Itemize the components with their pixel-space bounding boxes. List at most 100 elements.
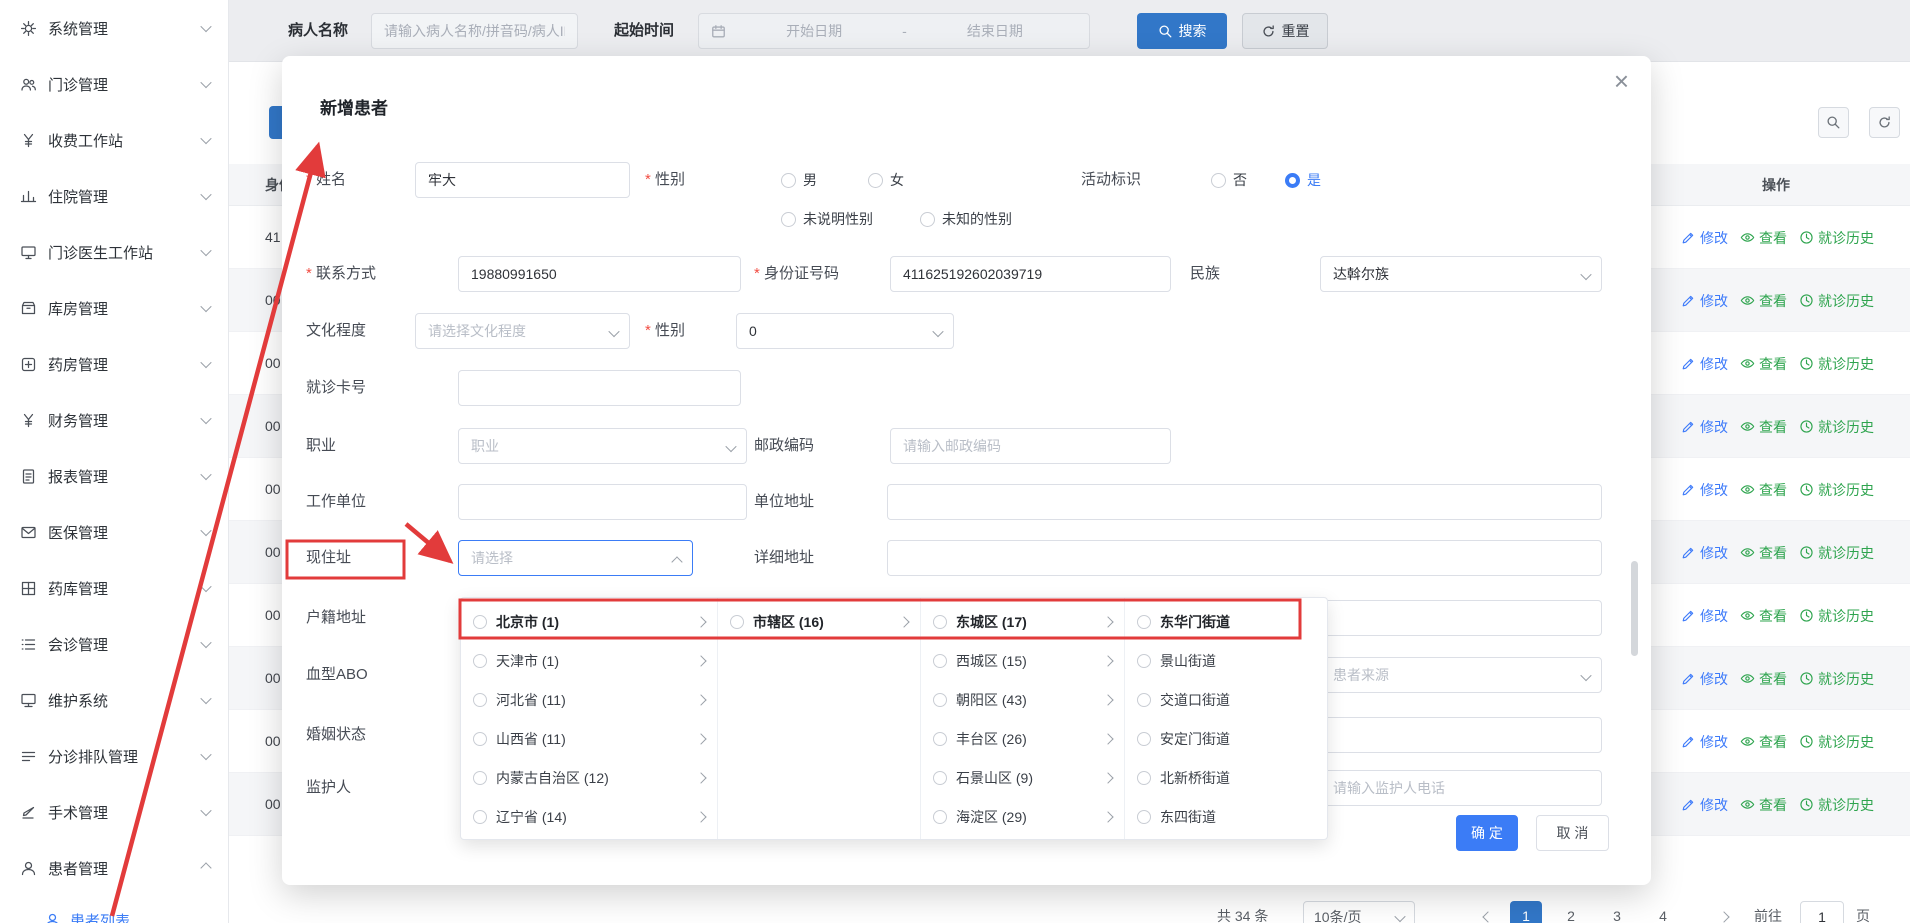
page-size-select[interactable]: 10条/页	[1303, 901, 1415, 923]
page-number[interactable]: 1	[1510, 901, 1542, 923]
cascader-option-district[interactable]: 石景山区 (9)	[921, 758, 1124, 797]
workunit-input[interactable]	[458, 484, 747, 520]
reset-button[interactable]: 重置	[1242, 13, 1328, 49]
visit-history-link[interactable]: 就诊历史	[1799, 228, 1874, 248]
modal-scrollbar[interactable]	[1631, 561, 1638, 656]
sidebar-item-charging[interactable]: 收费工作站	[0, 112, 228, 168]
patient-source-select[interactable]: 患者来源	[1320, 657, 1602, 693]
visit-history-link[interactable]: 就诊历史	[1799, 291, 1874, 311]
view-link[interactable]: 查看	[1740, 480, 1787, 500]
cascader-option-province[interactable]: 内蒙古自治区 (12)	[461, 758, 717, 797]
name-input[interactable]	[415, 162, 630, 198]
cascader-option-street[interactable]: 交道口街道	[1125, 680, 1329, 719]
idcard-input[interactable]	[890, 256, 1171, 292]
view-link[interactable]: 查看	[1740, 606, 1787, 626]
view-link[interactable]: 查看	[1740, 543, 1787, 563]
cascader-option-street[interactable]: 北新桥街道	[1125, 758, 1329, 797]
occupation-select[interactable]: 职业	[458, 428, 747, 464]
edit-link[interactable]: 修改	[1681, 669, 1728, 689]
radio-female[interactable]: 女	[868, 162, 904, 198]
sidebar-item-storeroom[interactable]: 库房管理	[0, 280, 228, 336]
visit-card-input[interactable]	[458, 370, 741, 406]
visit-history-link[interactable]: 就诊历史	[1799, 732, 1874, 752]
date-range-picker[interactable]: 开始日期 - 结束日期	[698, 13, 1090, 49]
sidebar-item-drug-storage[interactable]: 药库管理	[0, 560, 228, 616]
gender2-select[interactable]: 0	[736, 313, 954, 349]
household-detail-input[interactable]	[1320, 600, 1602, 636]
search-button[interactable]: 搜索	[1137, 13, 1227, 49]
visit-history-link[interactable]: 就诊历史	[1799, 795, 1874, 815]
cancel-button[interactable]: 取 消	[1536, 815, 1609, 851]
cascader-option-province[interactable]: 辽宁省 (14)	[461, 797, 717, 836]
edit-link[interactable]: 修改	[1681, 228, 1728, 248]
education-select[interactable]: 请选择文化程度	[415, 313, 630, 349]
sidebar-item-maintenance[interactable]: 维护系统	[0, 672, 228, 728]
sidebar-item-system[interactable]: 系统管理	[0, 0, 228, 56]
view-link[interactable]: 查看	[1740, 669, 1787, 689]
visit-history-link[interactable]: 就诊历史	[1799, 417, 1874, 437]
cascader-option-street[interactable]: 景山街道	[1125, 641, 1329, 680]
radio-gender-unstated[interactable]: 未说明性别	[781, 201, 873, 237]
view-link[interactable]: 查看	[1740, 354, 1787, 374]
view-link[interactable]: 查看	[1740, 291, 1787, 311]
visit-history-link[interactable]: 就诊历史	[1799, 669, 1874, 689]
visit-history-link[interactable]: 就诊历史	[1799, 606, 1874, 626]
radio-male[interactable]: 男	[781, 162, 817, 198]
sidebar-item-doctor-station[interactable]: 门诊医生工作站	[0, 224, 228, 280]
unit-address-input[interactable]	[887, 484, 1602, 520]
edit-link[interactable]: 修改	[1681, 480, 1728, 500]
edit-link[interactable]: 修改	[1681, 543, 1728, 563]
sidebar-item-surgery[interactable]: 手术管理	[0, 784, 228, 840]
sidebar-subitem-patient-list[interactable]: 患者列表	[0, 896, 228, 923]
current-address-cascader[interactable]: 请选择	[458, 540, 693, 576]
cascader-option-district[interactable]: 东城区 (17)	[921, 602, 1124, 641]
sidebar-item-patient[interactable]: 患者管理	[0, 840, 228, 896]
page-number[interactable]: 4	[1647, 901, 1679, 923]
view-link[interactable]: 查看	[1740, 417, 1787, 437]
sidebar-item-consultation[interactable]: 会诊管理	[0, 616, 228, 672]
radio-active-no[interactable]: 否	[1211, 162, 1247, 198]
sidebar-item-triage-queue[interactable]: 分诊排队管理	[0, 728, 228, 784]
postcode-input[interactable]	[890, 428, 1171, 464]
sidebar-item-report[interactable]: 报表管理	[0, 448, 228, 504]
cascader-option-province[interactable]: 山西省 (11)	[461, 719, 717, 758]
table-refresh-button[interactable]	[1869, 107, 1900, 138]
edit-link[interactable]: 修改	[1681, 354, 1728, 374]
edit-link[interactable]: 修改	[1681, 291, 1728, 311]
cascader-option-street[interactable]: 安定门街道	[1125, 719, 1329, 758]
ethnicity-select[interactable]: 达斡尔族	[1320, 256, 1602, 292]
close-icon[interactable]: ×	[1614, 68, 1629, 94]
radio-active-yes[interactable]: 是	[1285, 162, 1321, 198]
cascader-option-city[interactable]: 市辖区 (16)	[718, 602, 920, 641]
prev-page-button[interactable]	[1472, 901, 1504, 923]
sidebar-item-pharmacy[interactable]: 药房管理	[0, 336, 228, 392]
cascader-option-province[interactable]: 河北省 (11)	[461, 680, 717, 719]
cascader-option-district[interactable]: 海淀区 (29)	[921, 797, 1124, 836]
table-search-button[interactable]	[1818, 107, 1849, 138]
page-number[interactable]: 2	[1555, 901, 1587, 923]
cascader-option-street[interactable]: 东华门街道	[1125, 602, 1329, 641]
patient-name-input[interactable]	[371, 13, 578, 49]
radio-gender-unknown[interactable]: 未知的性别	[920, 201, 1012, 237]
sidebar-item-finance[interactable]: 财务管理	[0, 392, 228, 448]
next-page-button[interactable]	[1708, 901, 1740, 923]
view-link[interactable]: 查看	[1740, 732, 1787, 752]
view-link[interactable]: 查看	[1740, 228, 1787, 248]
detail-address-input[interactable]	[887, 540, 1602, 576]
visit-history-link[interactable]: 就诊历史	[1799, 480, 1874, 500]
cascader-option-district[interactable]: 丰台区 (26)	[921, 719, 1124, 758]
visit-history-link[interactable]: 就诊历史	[1799, 543, 1874, 563]
marital-row-input[interactable]	[1320, 717, 1602, 753]
edit-link[interactable]: 修改	[1681, 732, 1728, 752]
cascader-option-province[interactable]: 天津市 (1)	[461, 641, 717, 680]
edit-link[interactable]: 修改	[1681, 417, 1728, 437]
cascader-option-street[interactable]: 东四街道	[1125, 797, 1329, 836]
sidebar-item-outpatient[interactable]: 门诊管理	[0, 56, 228, 112]
edit-link[interactable]: 修改	[1681, 795, 1728, 815]
cascader-option-province[interactable]: 北京市 (1)	[461, 602, 717, 641]
guardian-phone-input[interactable]	[1320, 770, 1602, 806]
page-number[interactable]: 3	[1601, 901, 1633, 923]
goto-page-input[interactable]	[1800, 901, 1844, 923]
view-link[interactable]: 查看	[1740, 795, 1787, 815]
contact-input[interactable]	[458, 256, 741, 292]
